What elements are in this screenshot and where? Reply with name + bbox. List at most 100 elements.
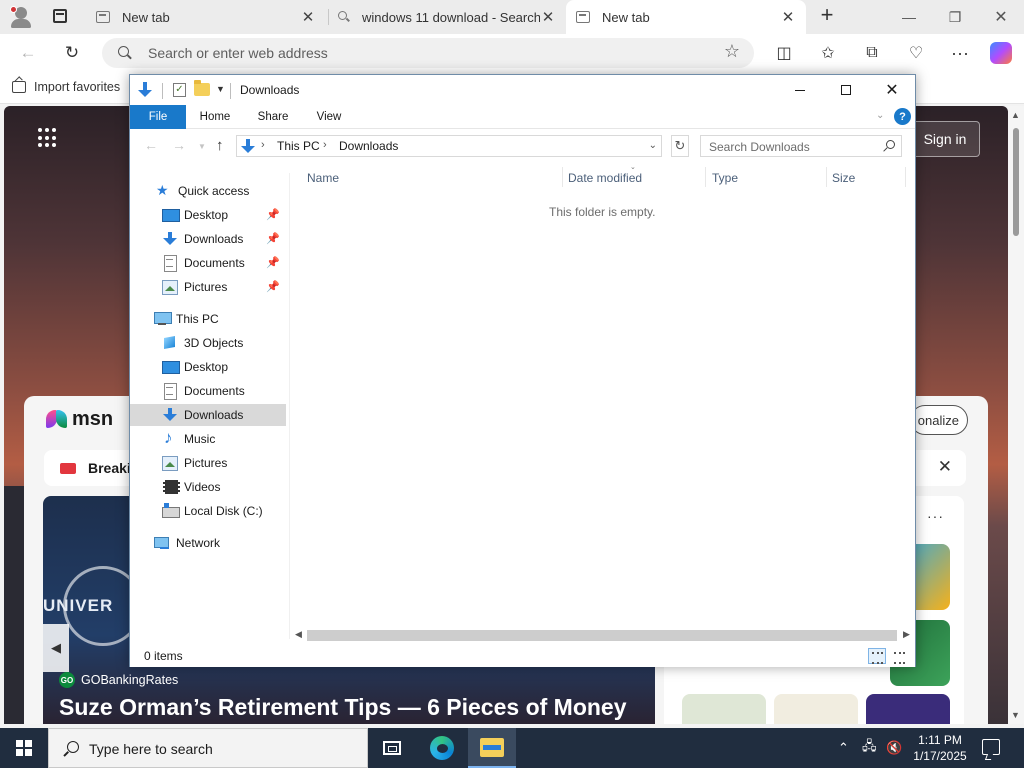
explorer-address-bar[interactable]: › This PC › Downloads ⌄ [236,135,662,157]
tab-view[interactable]: View [306,105,352,129]
scroll-up-icon[interactable]: ▲ [1011,110,1020,120]
page-scrollbar[interactable]: ▲ ▼ [1008,106,1024,724]
column-divider[interactable] [826,167,827,187]
nav-videos[interactable]: Videos [130,476,286,498]
collections-icon[interactable]: ⧉ [860,42,884,64]
clock[interactable]: 1:11 PM 1/17/2025 [908,732,972,764]
nav-this-pc[interactable]: This PC [130,308,286,330]
start-button[interactable] [0,728,48,768]
properties-icon[interactable]: ✓ [173,83,186,97]
tab-file[interactable]: File [130,105,186,129]
new-folder-icon[interactable] [194,80,210,96]
minimize-button[interactable] [777,75,823,105]
column-date-modified[interactable]: Date modified [568,171,642,185]
game-tile[interactable] [866,694,950,724]
breadcrumb-this-pc[interactable]: This PC [277,139,320,153]
nav-music[interactable]: Music [130,428,286,450]
large-icons-view-icon[interactable] [890,648,908,664]
horizontal-scrollbar[interactable]: ◀ ▶ [291,627,915,644]
refresh-button[interactable]: ↻ [58,39,86,67]
tab-share[interactable]: Share [250,105,296,129]
msn-logo[interactable]: msn [46,408,113,431]
back-button[interactable]: ← [14,39,42,67]
breadcrumb-downloads[interactable]: Downloads [339,139,398,153]
show-hidden-icons[interactable]: ⌃ [838,728,849,768]
game-tile[interactable] [774,694,858,724]
tab-home[interactable]: Home [192,105,238,129]
nav-pictures[interactable]: Pictures [130,452,286,474]
scroll-left-icon[interactable]: ◀ [295,629,302,640]
scroll-right-icon[interactable]: ▶ [903,629,910,640]
tab-new-tab-1[interactable]: New tab ✕ [86,0,326,34]
column-type[interactable]: Type [712,171,738,185]
previous-story-button[interactable]: ◀ [43,624,69,672]
network-status-icon[interactable]: 🖧 [862,728,877,768]
nav-desktop[interactable]: Desktop [130,356,286,378]
notifications-icon[interactable] [982,739,1000,755]
column-name[interactable]: Name [307,171,339,185]
more-options-icon[interactable]: ··· [948,42,972,64]
forward-icon[interactable]: → [172,137,186,153]
file-list[interactable]: ⌄ Name Date modified Type Size This fold… [291,161,915,639]
minimize-button[interactable]: — [886,0,932,34]
address-dropdown-icon[interactable]: ⌄ [649,140,657,151]
nav-quick-pictures[interactable]: Pictures 📌 [130,276,286,298]
scrollbar-thumb[interactable] [307,630,897,641]
more-options-icon[interactable]: ··· [927,508,944,524]
close-tab-icon[interactable]: ✕ [540,8,556,26]
back-icon[interactable]: ← [144,137,158,153]
close-window-button[interactable]: ✕ [978,0,1024,34]
browser-essentials-icon[interactable]: ♡ [904,42,928,64]
taskbar-search-box[interactable]: Type here to search [48,728,368,768]
details-view-icon[interactable] [868,648,886,664]
apps-launcher-icon[interactable] [38,128,58,148]
address-bar[interactable]: Search or enter web address ☆ [102,38,754,68]
maximize-button[interactable] [823,75,869,105]
nav-quick-downloads[interactable]: Downloads 📌 [130,228,286,250]
breadcrumb-separator[interactable]: › [261,139,265,151]
import-favorites-button[interactable]: Import favorites [12,80,120,94]
edge-taskbar-button[interactable] [418,728,466,768]
explorer-title-bar[interactable]: ✓ ▼ Downloads ✕ [130,75,915,105]
copilot-icon[interactable] [990,42,1012,64]
search-downloads-input[interactable]: Search Downloads [700,135,902,157]
nav-local-disk[interactable]: Local Disk (C:) [130,500,286,522]
file-explorer-taskbar-button[interactable] [468,728,516,768]
column-divider[interactable] [705,167,706,187]
recent-locations-icon[interactable]: ▼ [198,142,206,151]
nav-documents[interactable]: Documents [130,380,286,402]
close-tab-icon[interactable]: ✕ [780,8,796,26]
nav-quick-documents[interactable]: Documents 📌 [130,252,286,274]
tab-search[interactable]: windows 11 download - Search ✕ [328,0,566,34]
personalize-button[interactable]: onalize [910,405,968,435]
split-screen-icon[interactable]: ◫ [772,42,796,64]
column-size[interactable]: Size [832,171,855,185]
nav-downloads-selected[interactable]: Downloads [130,404,286,426]
favorite-star-icon[interactable]: ☆ [724,41,740,62]
nav-network[interactable]: Network [130,532,286,554]
tab-actions-icon[interactable] [46,6,74,28]
breadcrumb-separator[interactable]: › [323,139,327,151]
help-icon[interactable]: ? [894,108,911,125]
close-button[interactable]: ✕ [869,75,915,105]
nav-quick-desktop[interactable]: Desktop 📌 [130,204,286,226]
up-icon[interactable]: ↑ [216,137,224,154]
sign-in-button[interactable]: Sign in [910,121,980,157]
new-tab-button[interactable]: + [815,4,839,28]
column-divider[interactable] [562,167,563,187]
close-icon[interactable]: ✕ [938,457,952,477]
customize-toolbar-icon[interactable]: ▼ [216,84,225,94]
story-headline[interactable]: Suze Orman’s Retirement Tips — 6 Pieces … [59,694,627,721]
tab-new-tab-active[interactable]: New tab ✕ [566,0,806,34]
nav-3d-objects[interactable]: 3D Objects [130,332,286,354]
close-tab-icon[interactable]: ✕ [300,8,316,26]
volume-muted-icon[interactable]: 🔇 [886,728,902,768]
scroll-down-icon[interactable]: ▼ [1011,710,1020,720]
game-tile[interactable] [682,694,766,724]
refresh-icon[interactable]: ↻ [671,135,689,157]
task-view-button[interactable] [368,728,416,768]
restore-button[interactable]: ❐ [932,0,978,34]
profile-icon[interactable] [8,5,34,29]
nav-quick-access[interactable]: Quick access [130,180,286,202]
favorites-icon[interactable]: ✩ [816,42,840,64]
